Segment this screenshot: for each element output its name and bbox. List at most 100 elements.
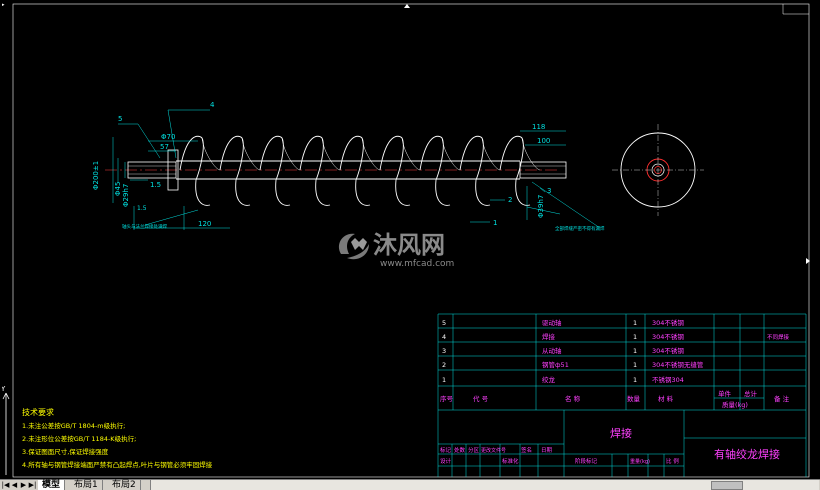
bom-cell-material: 304不锈钢 [652, 318, 684, 327]
helix-flight-back [441, 137, 461, 171]
tb-stage: 阶段标记 [575, 457, 598, 465]
bom-header-name: 名 称 [565, 394, 581, 403]
bom-cell-qty: 1 [633, 319, 637, 327]
scrollbar-thumb[interactable] [711, 481, 743, 490]
dim-phi200: Φ200±1 [92, 161, 100, 190]
helix-flight [179, 135, 211, 206]
dim-phi29: Φ29h7 [122, 184, 130, 207]
bom-header-no: 序号 [440, 394, 454, 403]
bom-cell-no: 5 [442, 319, 446, 327]
helix-flight-back [481, 137, 501, 171]
bom-cell-name: 绞龙 [542, 375, 556, 384]
tech-requirements: 技术要求 1.未注公差按GB/T 1804-m级执行; 2.未注形位公差按GB/… [22, 407, 213, 469]
helix-flight-back [401, 137, 421, 171]
tb-std: 标准化 [502, 457, 519, 465]
bom-header-qty: 数量 [627, 394, 641, 403]
callout-5: 5 [118, 115, 122, 123]
bom-cell-name: 焊接 [542, 332, 556, 341]
drawing-canvas[interactable]: ▸ Φ70 57 Φ200±1 Φ45 Φ29h7 1.5 1.5 120 11… [0, 0, 820, 490]
bom-cell-qty: 1 [633, 347, 637, 355]
tab-model[interactable]: 模型 [38, 480, 66, 490]
title-block-title: 焊接 [610, 426, 632, 440]
watermark: 沐风网 www.mfcad.com [338, 231, 454, 269]
dim-phi70: Φ70 [161, 133, 175, 141]
helix-flight [299, 135, 331, 206]
callout-1: 1 [493, 219, 497, 227]
bom-header: 序号 代 号 名 称 数量 材 料 单件 总计 质量(kg) 备 注 [440, 389, 790, 409]
center-mark-top [404, 4, 410, 8]
dim-phi45: Φ45 [114, 182, 122, 196]
bom-header-weight: 质量(kg) [722, 400, 748, 409]
tb-weight: 重量(kg) [630, 458, 650, 465]
watermark-url: www.mfcad.com [380, 259, 454, 269]
bom-header-material: 材 料 [658, 394, 674, 403]
callout-4: 4 [210, 101, 215, 109]
helix-flight [419, 135, 451, 206]
dim-100: 100 [537, 137, 550, 145]
bom-cell-qty: 1 [633, 333, 637, 341]
helix-flight-back [201, 137, 221, 171]
bom-cell-name: 从动轴 [542, 346, 562, 355]
dim-120: 120 [198, 220, 211, 228]
tb-count: 处数 [454, 446, 466, 454]
horizontal-scrollbar[interactable] [150, 480, 819, 490]
tb-mark: 标记 [440, 446, 452, 454]
prev-tab-icon[interactable]: ◀ [10, 480, 19, 490]
callout-2: 2 [508, 196, 512, 204]
bom-cell-no: 4 [442, 333, 446, 341]
bom-header-code: 代 号 [473, 394, 489, 403]
bom-cell-qty: 1 [633, 376, 637, 384]
side-view [612, 124, 704, 216]
bom-cell-name: 钢管ф51 [542, 360, 569, 369]
title-block-part: 有轴绞龙焊接 [714, 447, 780, 461]
next-tab-icon[interactable]: ▶ [19, 480, 28, 490]
layout-tab-bar: |◀ ◀ ▶ ▶| 模型 布局1 布局2 [0, 479, 820, 490]
bom-header-unit: 单件 [718, 389, 732, 398]
watermark-brand: 沐风网 [373, 231, 445, 259]
dim-phi39: Φ39h7 [537, 195, 545, 218]
bom-cell-material: 304不锈钢无缝管 [652, 360, 704, 369]
corner-mark: ▸ [2, 2, 5, 8]
bom-cell-name: 驱动轴 [542, 318, 562, 327]
note-right: 全部焊缝严密不得有漏焊 [555, 225, 605, 232]
cad-viewport[interactable]: ▸ Φ70 57 Φ200±1 Φ45 Φ29h7 1.5 1.5 120 11… [0, 0, 820, 490]
helix-flight [339, 135, 371, 206]
tech-item-4: 4.所有轴与钢管焊接端面严禁有凸起焊点,叶片与钢管必须牢固焊接 [22, 460, 213, 469]
helix-flight [499, 135, 531, 206]
helix-flight [379, 135, 411, 206]
first-tab-icon[interactable]: |◀ [1, 480, 10, 490]
bom-cell-material: 304不锈钢 [652, 332, 684, 341]
helix-flight [259, 135, 291, 206]
tb-change: 更改文件号 [481, 447, 506, 454]
helix-flight [459, 135, 491, 206]
callout-3: 3 [547, 187, 551, 195]
watermark-logo [338, 233, 369, 260]
bom-cell-no: 2 [442, 361, 446, 369]
bom-cell-qty: 1 [633, 361, 637, 369]
helix-flight-back [361, 137, 381, 171]
helix-flight-back [281, 137, 301, 171]
tb-sign: 签名 [521, 446, 532, 454]
dim-57: 57 [160, 143, 169, 151]
dim-phi118: 118 [532, 123, 545, 131]
bom-header-note: 备 注 [774, 394, 790, 403]
bom-cell-material: 304不锈钢 [652, 346, 684, 355]
bom-cell-no: 3 [442, 347, 446, 355]
dim-1-5: 1.5 [150, 181, 161, 189]
tb-scale: 比 例 [666, 457, 679, 465]
ucs-icon: Y [2, 385, 10, 475]
tb-date: 日期 [541, 447, 553, 454]
center-mark-right [806, 258, 810, 264]
helix-flights [179, 135, 541, 206]
tab-layout2[interactable]: 布局2 [108, 480, 141, 490]
bom-cell-material: 不锈钢304 [652, 375, 684, 384]
last-tab-icon[interactable]: ▶| [28, 480, 37, 490]
note-left: 轴头与法兰焊接处满焊 [122, 223, 167, 230]
title-block: 焊接 有轴绞龙焊接 标记 处数 分区 更改文件号 签名 日期 设计 标准化 阶段… [440, 426, 780, 465]
tb-design: 设计 [440, 457, 452, 465]
tb-zone: 分区 [468, 446, 480, 454]
dimension-text: Φ70 57 Φ200±1 Φ45 Φ29h7 1.5 1.5 120 118 … [92, 101, 605, 232]
dim-1-5b: 1.5 [137, 205, 147, 212]
tab-layout1[interactable]: 布局1 [70, 480, 103, 490]
svg-text:Y: Y [2, 385, 6, 393]
